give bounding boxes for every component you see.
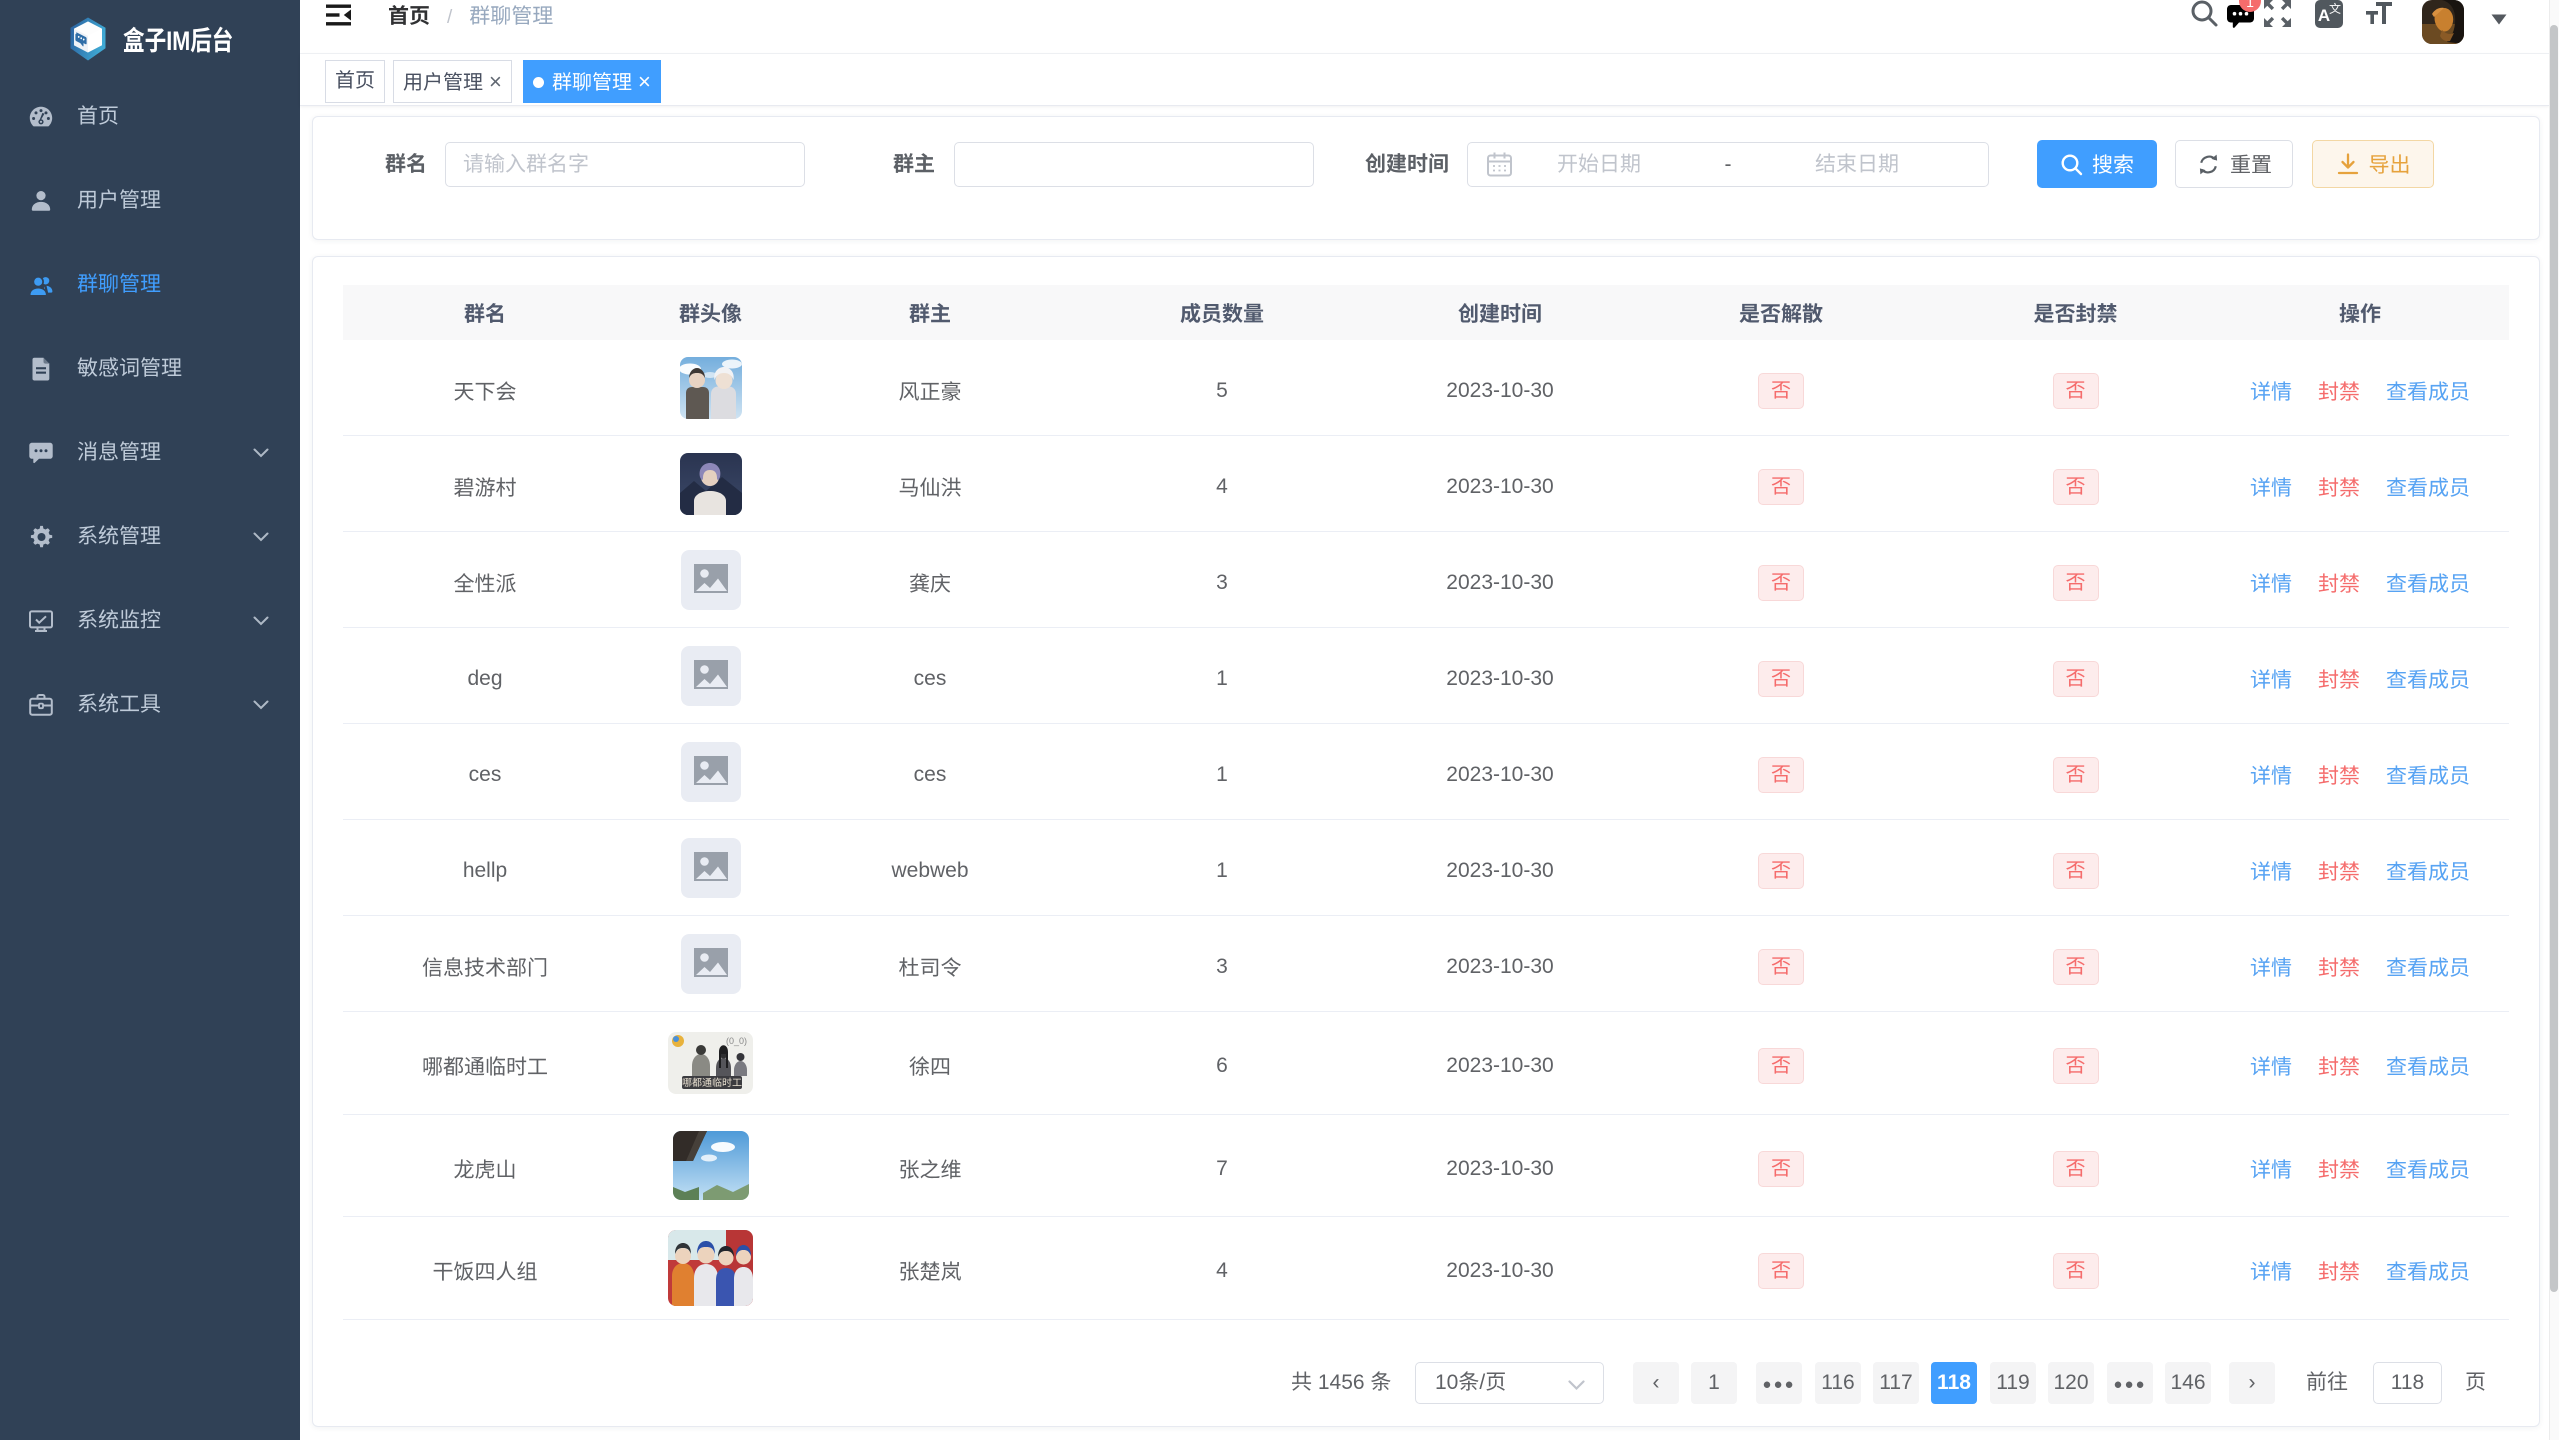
svg-text:文: 文 [2329,2,2341,16]
svg-text:哪都通临时工: 哪都通临时工 [682,1074,742,1089]
svg-text:1: 1 [2246,0,2254,10]
svg-text:(0_0): (0_0) [726,1036,747,1046]
